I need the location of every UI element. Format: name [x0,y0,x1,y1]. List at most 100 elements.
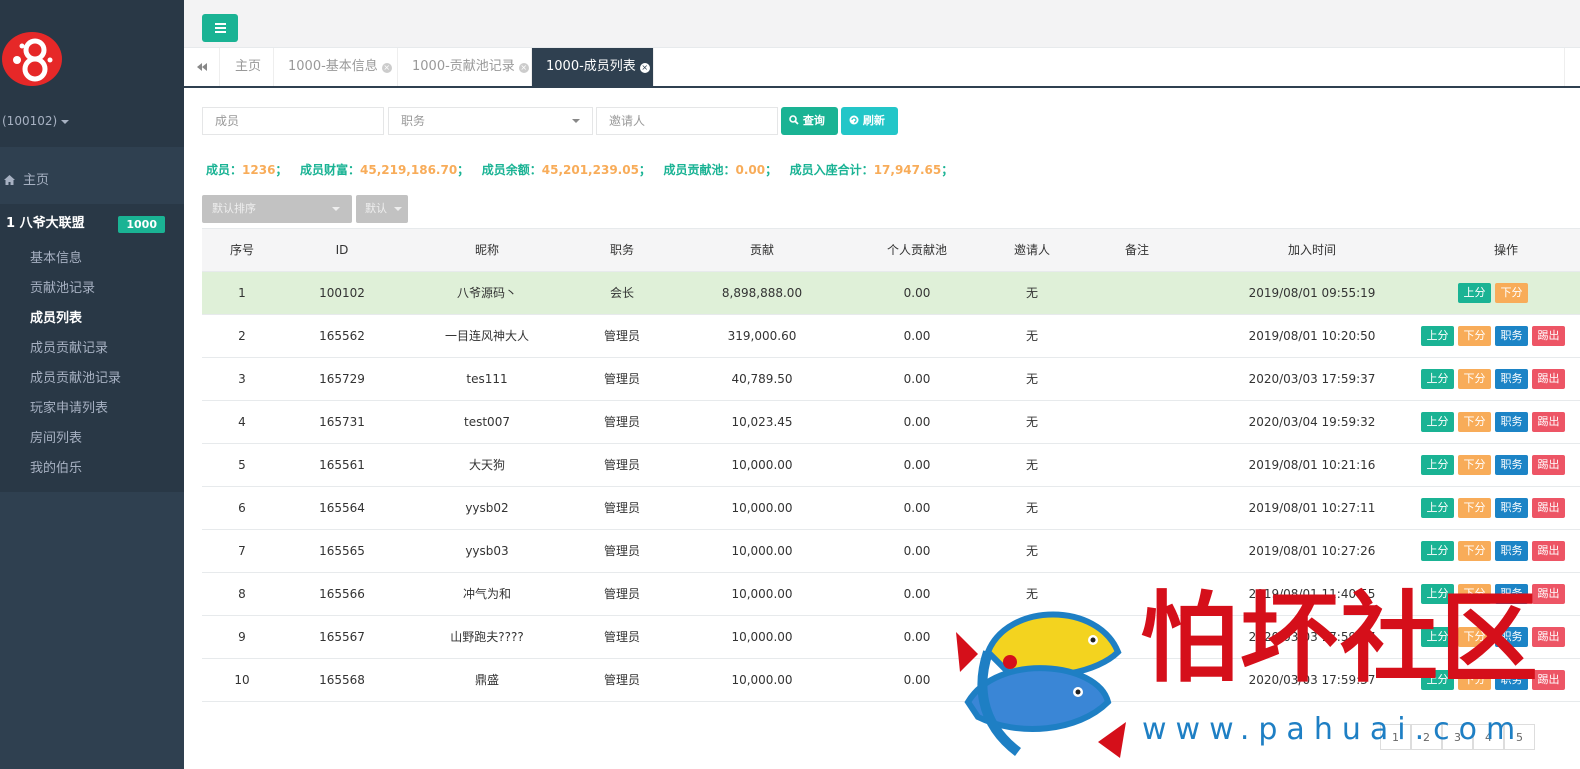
tab-0[interactable]: 主页 [221,48,274,86]
up-button[interactable]: 上分 [1421,412,1454,432]
down-button[interactable]: 下分 [1458,498,1491,518]
column-header[interactable]: 贡献 [672,229,852,272]
cell-pool: 0.00 [903,415,931,429]
cell-inviter: 无 [1025,372,1038,386]
refresh-label: 刷新 [862,114,885,127]
cell-pool: 0.00 [903,286,931,300]
sidebar-item-label: 主页 [23,173,50,188]
cell-role: 管理员 [603,587,640,601]
close-circle-icon[interactable]: × [381,63,392,73]
sidebar-subitem[interactable]: 成员贡献记录 [0,334,184,364]
query-button[interactable]: 查询 [781,107,838,135]
cell-role: 管理员 [603,372,640,386]
down-button[interactable]: 下分 [1495,283,1528,303]
user-id-label: (100102) [2,114,58,128]
down-button[interactable]: 下分 [1458,455,1491,475]
sidebar-subitem[interactable]: 玩家申请列表 [0,394,184,424]
menu-toggle-button[interactable] [202,14,238,42]
cell-role: 管理员 [603,673,640,687]
sidebar-subitem[interactable]: 房间列表 [0,424,184,454]
column-header[interactable]: 加入时间 [1192,229,1432,272]
column-header[interactable]: 昵称 [402,229,572,272]
app-logo[interactable] [2,32,62,86]
up-button[interactable]: 上分 [1421,369,1454,389]
tab-2[interactable]: 1000-贡献池记录 × [398,48,532,86]
cell-no: 2 [238,329,246,343]
column-header[interactable]: 个人贡献池 [852,229,982,272]
cell-role: 管理员 [603,544,640,558]
down-button[interactable]: 下分 [1458,326,1491,346]
role-select-value: 职务 [401,114,426,128]
inviter-input[interactable]: 邀请人 [596,107,778,135]
column-header[interactable]: 邀请人 [982,229,1082,272]
sort-select[interactable]: 默认排序 [202,195,352,223]
column-header[interactable]: 序号 [202,229,282,272]
sidebar-subitem[interactable]: 贡献池记录 [0,274,184,304]
cell-role: 会长 [609,286,634,300]
cell-note [1082,530,1192,573]
table-header: 序号 ID 昵称 职务 贡献 个人贡献池 邀请人 备注 加入时间 操作 [202,229,1580,272]
tab-1[interactable]: 1000-基本信息 × [274,48,398,86]
cell-id: 165566 [319,587,365,601]
role-button[interactable]: 职务 [1495,369,1528,389]
cell-id: 165567 [319,630,365,644]
role-button[interactable]: 职务 [1495,498,1528,518]
down-button[interactable]: 下分 [1458,369,1491,389]
column-header[interactable]: 备注 [1082,229,1192,272]
kick-button[interactable]: 踢出 [1532,412,1565,432]
sidebar-item-home[interactable]: 主页 [0,166,184,196]
tabs-scroll-right-button[interactable] [1564,48,1580,86]
down-button[interactable]: 下分 [1458,541,1491,561]
cell-role: 管理员 [603,501,640,515]
role-button[interactable]: 职务 [1495,326,1528,346]
sidebar-subitem[interactable]: 成员贡献池记录 [0,364,184,394]
cell-nick: 鼎盛 [474,673,499,687]
cell-contrib: 8,898,888.00 [721,286,803,300]
cell-contrib: 10,000.00 [731,673,793,687]
member-input[interactable]: 成员 [202,107,384,135]
kick-button[interactable]: 踢出 [1532,498,1565,518]
column-header[interactable]: 操作 [1432,229,1580,272]
cell-contrib: 10,000.00 [731,630,793,644]
up-button[interactable]: 上分 [1421,498,1454,518]
column-header[interactable]: ID [282,229,402,272]
up-button[interactable]: 上分 [1421,455,1454,475]
up-button[interactable]: 上分 [1421,541,1454,561]
close-circle-icon[interactable]: × [518,63,529,73]
sidebar-subitem[interactable]: 成员列表 [0,304,184,334]
stat-balance-label: 成员余额： [481,163,542,177]
down-button[interactable]: 下分 [1458,412,1491,432]
user-dropdown[interactable]: (100102) [2,114,70,128]
tab-3[interactable]: 1000-成员列表 × [532,48,654,86]
role-select[interactable]: 职务 [388,107,593,135]
cell-pool: 0.00 [903,372,931,386]
cell-inviter: 无 [1025,286,1038,300]
kick-button[interactable]: 踢出 [1532,455,1565,475]
cell-contrib: 319,000.60 [727,329,797,343]
sidebar-subitem[interactable]: 我的伯乐 [0,454,184,484]
tab-label: 1000-基本信息 [288,59,378,74]
stat-separator: ； [457,163,470,177]
tabs-scroll-left-button[interactable] [184,48,220,86]
refresh-button[interactable]: 刷新 [841,107,898,135]
cell-note [1082,358,1192,401]
cell-no: 7 [238,544,246,558]
role-button[interactable]: 职务 [1495,541,1528,561]
cell-pool: 0.00 [903,544,931,558]
sidebar-subitem[interactable]: 基本信息 [0,244,184,274]
cell-role: 管理员 [603,415,640,429]
sidebar-group-title[interactable]: 1 八爷大联盟 1000 [0,204,184,244]
kick-button[interactable]: 踢出 [1532,369,1565,389]
cell-role: 管理员 [603,458,640,472]
hamburger-icon [215,23,226,25]
up-button[interactable]: 上分 [1458,283,1491,303]
column-header[interactable]: 职务 [572,229,672,272]
close-circle-icon[interactable]: × [639,63,650,73]
role-button[interactable]: 职务 [1495,455,1528,475]
up-button[interactable]: 上分 [1421,326,1454,346]
kick-button[interactable]: 踢出 [1532,541,1565,561]
kick-button[interactable]: 踢出 [1532,326,1565,346]
role-button[interactable]: 职务 [1495,412,1528,432]
order-select[interactable]: 默认 [356,195,408,223]
cell-id: 165568 [319,673,365,687]
